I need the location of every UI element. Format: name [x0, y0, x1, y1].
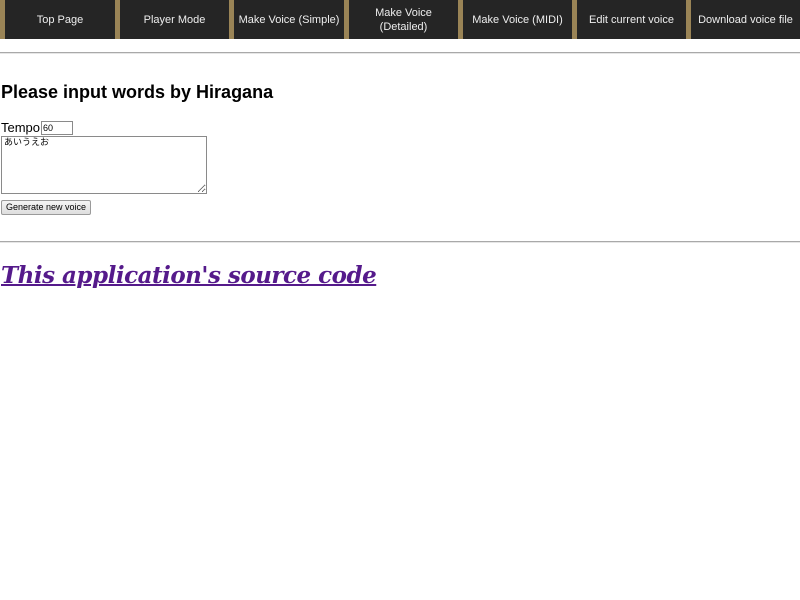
tempo-label: Tempo:	[1, 120, 44, 135]
tempo-input[interactable]	[41, 121, 73, 135]
nav-edit-current-voice[interactable]: Edit current voice	[577, 0, 686, 39]
lyrics-textarea[interactable]: あいうえお	[1, 136, 207, 194]
bottom-divider	[0, 241, 800, 243]
top-divider	[0, 52, 800, 54]
nav-make-voice-detailed[interactable]: Make Voice (Detailed)	[349, 0, 458, 39]
page-title: Please input words by Hiragana	[1, 82, 274, 102]
nav-player-mode[interactable]: Player Mode	[120, 0, 229, 39]
nav-make-voice-midi[interactable]: Make Voice (MIDI)	[463, 0, 572, 39]
nav-download-voice-file[interactable]: Download voice file	[691, 0, 800, 39]
top-nav-bar: Top Page Player Mode Make Voice (Simple)…	[0, 0, 800, 39]
generate-new-voice-button[interactable]: Generate new voice	[1, 200, 91, 215]
source-code-link[interactable]: This application's source code	[1, 262, 377, 290]
nav-make-voice-simple[interactable]: Make Voice (Simple)	[234, 0, 344, 39]
nav-top-page[interactable]: Top Page	[5, 0, 115, 39]
